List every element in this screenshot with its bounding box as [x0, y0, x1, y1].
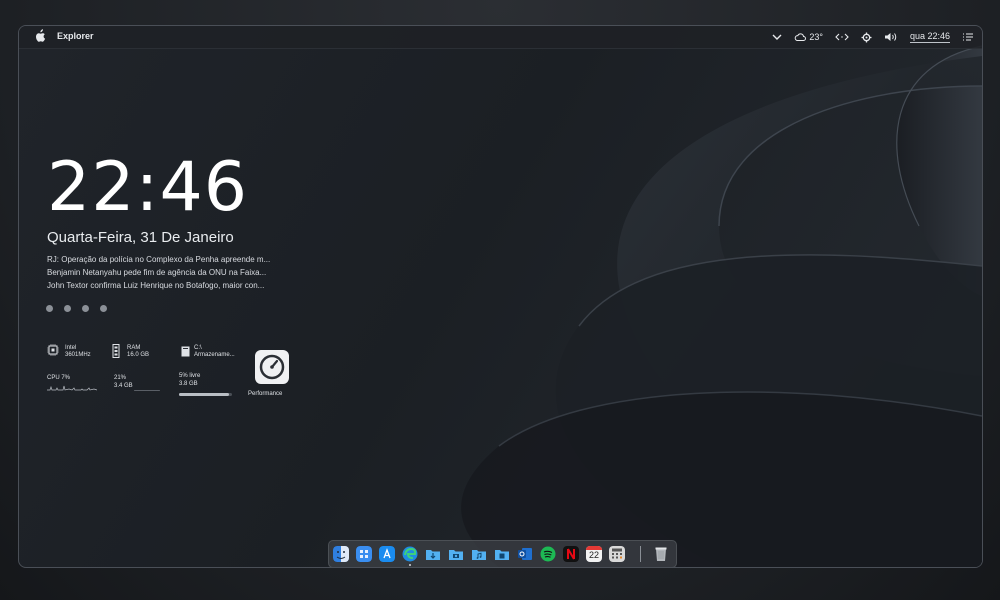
music-folder-icon[interactable]: [471, 546, 487, 562]
trash-icon[interactable]: [653, 546, 669, 562]
pager-dot[interactable]: [46, 305, 53, 312]
pager-dot[interactable]: [64, 305, 71, 312]
cpu-usage-label: CPU 7%: [47, 375, 71, 381]
performance-label: Performance: [248, 391, 283, 397]
ram-percent: 21%: [114, 375, 127, 381]
dock-separator: [640, 546, 641, 562]
notification-center-icon[interactable]: [962, 32, 974, 42]
apple-menu-icon[interactable]: [33, 29, 47, 43]
active-app-name[interactable]: Explorer: [57, 31, 94, 41]
wallpaper: [461, 45, 982, 567]
outlook-icon[interactable]: [517, 546, 533, 562]
desktop-date: Quarta-Feira, 31 De Janeiro: [47, 229, 234, 246]
desktop-background: Explorer 23° qua 22:46 22:46 Quarta-Feir…: [0, 0, 1000, 600]
ram-usage-line: [134, 390, 160, 391]
cpu-chip-icon: [47, 344, 59, 356]
news-item[interactable]: John Textor confirma Luiz Henrique no Bo…: [47, 279, 270, 292]
system-tray: 23° qua 22:46: [772, 26, 974, 48]
calculator-icon[interactable]: [609, 546, 625, 562]
news-feed: RJ: Operação da polícia no Complexo da P…: [47, 253, 270, 292]
screen: Explorer 23° qua 22:46 22:46 Quarta-Feir…: [18, 25, 983, 568]
pager-dot[interactable]: [100, 305, 107, 312]
desktop-clock: 22:46: [47, 148, 248, 227]
news-pager: [46, 305, 107, 312]
settings-gear-icon[interactable]: [861, 32, 872, 43]
disk-usage-fill: [179, 393, 230, 396]
app-store-icon[interactable]: [379, 546, 395, 562]
edge-icon[interactable]: [402, 546, 418, 562]
launchpad-icon[interactable]: [356, 546, 372, 562]
calendar-day: 22: [588, 550, 599, 560]
speedometer-icon: [259, 354, 285, 380]
netflix-icon[interactable]: [563, 546, 579, 562]
dock: 22: [328, 540, 677, 567]
cloud-icon: [795, 33, 807, 41]
ram-used: 3.4 GB: [114, 383, 133, 389]
menu-bar-clock[interactable]: qua 22:46: [909, 31, 950, 43]
downloads-icon[interactable]: [425, 546, 441, 562]
cpu-frequency: 3601MHz: [65, 352, 91, 358]
disk-free-label: 5% livre: [179, 373, 201, 379]
spotify-icon[interactable]: [540, 546, 556, 562]
news-item[interactable]: Benjamin Netanyahu pede fim de agência d…: [47, 266, 270, 279]
drive-letter: C:\: [194, 345, 202, 351]
camera-folder-icon[interactable]: [448, 546, 464, 562]
documents-folder-icon[interactable]: [494, 546, 510, 562]
disk-usage-bar: [179, 393, 232, 396]
finder-icon[interactable]: [333, 546, 349, 562]
ram-stick-icon: [112, 344, 120, 358]
cpu-name: Intel: [65, 345, 77, 351]
menu-bar: Explorer 23° qua 22:46: [19, 26, 982, 49]
volume-icon[interactable]: [884, 32, 898, 42]
running-app-indicator: [409, 564, 411, 566]
drive-icon: [181, 346, 190, 357]
ram-total: 16.0 GB: [127, 352, 150, 358]
code-icon[interactable]: [835, 32, 849, 42]
weather-widget[interactable]: 23°: [794, 32, 823, 42]
chevron-down-icon[interactable]: [772, 32, 782, 42]
cpu-usage-graph: [47, 385, 97, 391]
calendar-icon[interactable]: 22: [586, 546, 602, 562]
ram-title: RAM: [127, 345, 141, 351]
news-item[interactable]: RJ: Operação da polícia no Complexo da P…: [47, 253, 270, 266]
pager-dot[interactable]: [82, 305, 89, 312]
temperature: 23°: [809, 32, 823, 42]
drive-name: Armazename...: [194, 352, 235, 358]
disk-free: 3.8 GB: [179, 381, 198, 387]
performance-widget[interactable]: [255, 350, 289, 384]
